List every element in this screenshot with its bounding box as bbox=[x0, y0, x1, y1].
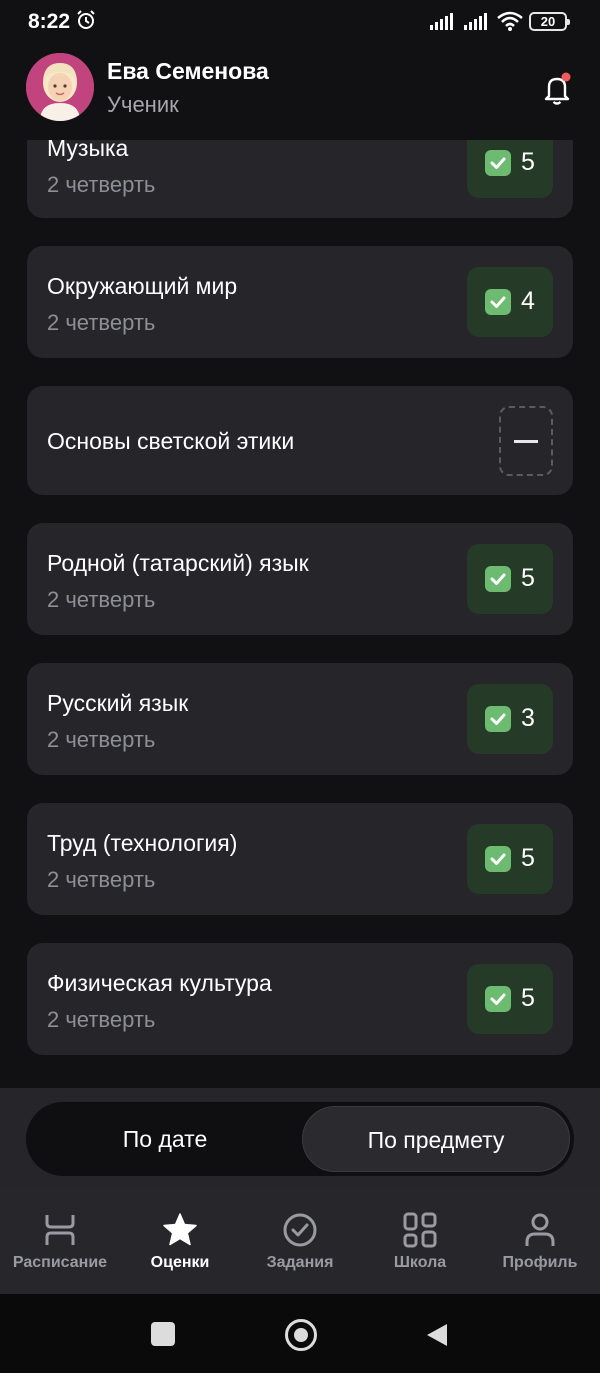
subject-name: Физическая культура bbox=[47, 970, 272, 996]
grade-value: 3 bbox=[521, 704, 535, 732]
sort-toggle: По дате По предмету bbox=[26, 1102, 574, 1176]
subject-term: 2 четверть bbox=[47, 867, 156, 892]
subject-card[interactable]: Основы светской этики bbox=[27, 386, 573, 495]
alarm-icon bbox=[77, 10, 95, 29]
sort-by-date-button[interactable]: По дате bbox=[30, 1106, 300, 1172]
subject-card[interactable]: Физическая культура 2 четверть 5 bbox=[27, 943, 573, 1055]
nav-label: Оценки bbox=[150, 1254, 210, 1271]
nav-item-school[interactable]: Школа bbox=[360, 1188, 480, 1294]
status-time: 8:22 bbox=[28, 10, 71, 33]
subject-card[interactable]: Труд (технология) 2 четверть 5 bbox=[27, 803, 573, 915]
star-icon bbox=[163, 1213, 197, 1246]
wifi-icon bbox=[497, 11, 523, 31]
subject-term: 2 четверть bbox=[47, 587, 156, 612]
grid-icon bbox=[403, 1212, 437, 1248]
subject-term: 2 четверть bbox=[47, 1007, 156, 1032]
nav-label: Расписание bbox=[12, 1254, 108, 1271]
battery-icon: 20 bbox=[529, 12, 570, 31]
grade-badge: 5 bbox=[467, 140, 553, 198]
grade-value: 5 bbox=[521, 984, 535, 1012]
grade-value: 5 bbox=[521, 148, 535, 176]
home-icon[interactable] bbox=[285, 1319, 317, 1351]
nav-item-tasks[interactable]: Задания bbox=[240, 1188, 360, 1294]
grade-badge: 5 bbox=[467, 964, 553, 1034]
grade-badge: 4 bbox=[467, 267, 553, 337]
schedule-icon bbox=[45, 1215, 75, 1245]
check-icon bbox=[485, 846, 511, 872]
grade-badge: 3 bbox=[467, 684, 553, 754]
subject-name: Основы светской этики bbox=[47, 428, 295, 454]
subject-card[interactable]: Родной (татарский) язык 2 четверть 5 bbox=[27, 523, 573, 635]
sort-toggle-bar: По дате По предмету bbox=[0, 1088, 600, 1188]
status-bar: 8:22 20 bbox=[0, 0, 600, 44]
nav-label: Задания bbox=[266, 1254, 334, 1271]
check-icon bbox=[485, 566, 511, 592]
subject-card[interactable]: Русский язык 2 четверть 3 bbox=[27, 663, 573, 775]
signal-icon bbox=[464, 13, 487, 30]
check-icon bbox=[485, 706, 511, 732]
subject-name: Труд (технология) bbox=[47, 830, 238, 856]
grade-value: 4 bbox=[521, 287, 535, 315]
avatar-illustration bbox=[26, 53, 94, 121]
nav-item-schedule[interactable]: Расписание bbox=[0, 1188, 120, 1294]
subject-name: Русский язык bbox=[47, 690, 189, 716]
signal-icon bbox=[430, 13, 453, 30]
grade-badge: 5 bbox=[467, 544, 553, 614]
grade-badge: 5 bbox=[467, 824, 553, 894]
subject-term: 2 четверть bbox=[47, 727, 156, 752]
grade-value: 5 bbox=[521, 844, 535, 872]
person-icon bbox=[525, 1213, 555, 1246]
subject-card[interactable]: Музыка 2 четверть 5 bbox=[27, 140, 573, 218]
subject-card[interactable]: Окружающий мир 2 четверть 4 bbox=[27, 246, 573, 358]
nav-item-grades[interactable]: Оценки bbox=[120, 1188, 240, 1294]
nav-label: Профиль bbox=[502, 1254, 578, 1271]
system-nav-bar bbox=[0, 1294, 600, 1373]
subject-term: 2 четверть bbox=[47, 172, 156, 197]
check-icon bbox=[485, 986, 511, 1012]
bell-icon[interactable] bbox=[541, 72, 573, 106]
subject-name: Музыка bbox=[47, 140, 129, 161]
notification-dot bbox=[561, 72, 571, 82]
nav-label: Школа bbox=[393, 1254, 447, 1271]
back-icon[interactable] bbox=[425, 1322, 449, 1348]
check-icon bbox=[485, 289, 511, 315]
check-circle-icon bbox=[283, 1213, 317, 1247]
user-name: Ева Семенова bbox=[107, 58, 269, 84]
app-header: Ева Семенова Ученик bbox=[0, 44, 600, 140]
user-role: Ученик bbox=[107, 92, 179, 117]
sort-by-subject-button[interactable]: По предмету bbox=[302, 1106, 570, 1172]
grade-empty-badge bbox=[499, 406, 553, 476]
recent-apps-icon[interactable] bbox=[151, 1322, 175, 1346]
subject-term: 2 четверть bbox=[47, 310, 156, 335]
subject-name: Родной (татарский) язык bbox=[47, 550, 309, 576]
grade-value: 5 bbox=[521, 564, 535, 592]
nav-item-profile[interactable]: Профиль bbox=[480, 1188, 600, 1294]
bottom-nav: Расписание Оценки Задания Школа Профиль bbox=[0, 1188, 600, 1294]
check-icon bbox=[485, 150, 511, 176]
subject-name: Окружающий мир bbox=[47, 273, 238, 299]
avatar[interactable] bbox=[26, 53, 94, 121]
grades-list: Музыка 2 четверть 5 Окружающий мир 2 чет… bbox=[0, 140, 600, 1088]
no-grade-dash bbox=[514, 440, 538, 443]
